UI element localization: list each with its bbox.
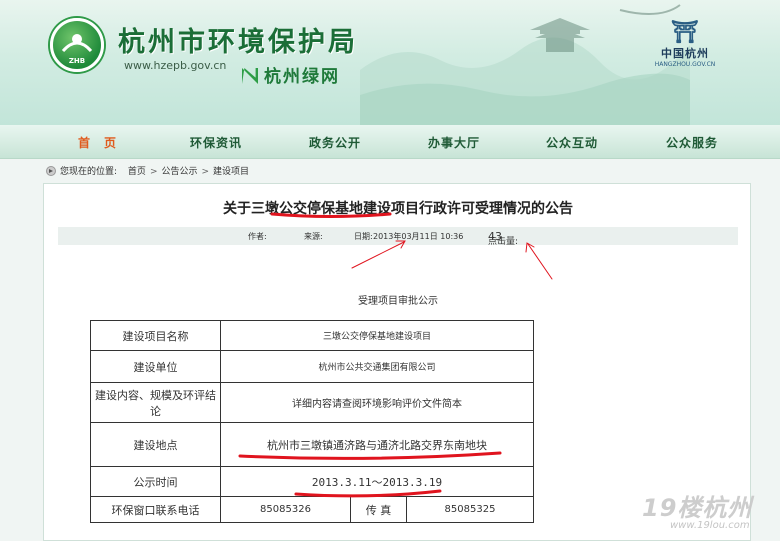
location-arrow-icon [46, 166, 56, 176]
article-title: 关于三墩公交停保基地建设项目行政许可受理情况的公告 [223, 201, 573, 217]
meta-date-label: 日期: [354, 232, 373, 241]
nav-item-public-interaction[interactable]: 公众互动 [546, 134, 598, 151]
row-value: 详细内容请查阅环境影响评价文件简本 [220, 382, 534, 423]
row-value: 三墩公交停保基地建设项目 [220, 320, 534, 351]
breadcrumb-prefix: 您现在的位置: [60, 167, 118, 177]
row-label: 建设地点 [90, 422, 221, 467]
table-row: 建设项目名称 三墩公交停保基地建设项目 [90, 320, 534, 351]
article-meta-bar: 作者: 来源: 日期: 2013年03月11日 10:36 点击量: 43 [58, 227, 738, 247]
seal-text: ZHB [69, 57, 85, 65]
nav-item-government[interactable]: 政务公开 [309, 134, 361, 151]
china-hangzhou-logo[interactable]: ⛩ 中国杭州 HANGZHOU.GOV.CN [650, 20, 720, 68]
row-label: 建设单位 [90, 350, 221, 383]
row-label: 建设项目名称 [90, 320, 221, 351]
table-row: 建设单位 杭州市公共交通集团有限公司 [90, 350, 534, 383]
table-row: 建设地点 杭州市三墩镇通济路与通济北路交界东南地块 [90, 422, 534, 467]
china-hangzhou-en: HANGZHOU.GOV.CN [654, 61, 716, 68]
project-info-table: 建设项目名称 三墩公交停保基地建设项目 建设单位 杭州市公共交通集团有限公司 建… [90, 320, 534, 523]
watermark: 19楼杭州 www.19lou.com [630, 488, 780, 538]
breadcrumb-notices[interactable]: 公告公示 [161, 167, 197, 177]
site-header: ZHB 杭州市环境保护局 www.hzepb.gov.cn 杭州绿网 ⛩ 中国杭… [0, 0, 780, 125]
breadcrumb-separator: > [149, 167, 158, 177]
green-net-label: 杭州绿网 [264, 67, 340, 87]
leaf-icon [242, 68, 258, 84]
meta-source-label: 来源: [304, 232, 323, 241]
breadcrumb-separator: > [201, 167, 210, 177]
fax-label: 传 真 [350, 496, 407, 523]
site-url[interactable]: www.hzepb.gov.cn [124, 59, 226, 72]
china-hangzhou-cn: 中国杭州 [661, 47, 709, 60]
nav-item-services-hall[interactable]: 办事大厅 [428, 134, 480, 151]
table-row: 建设内容、规模及环评结论 详细内容请查阅环境影响评价文件简本 [90, 382, 534, 423]
watermark-url: www.19lou.com [670, 520, 750, 531]
nav-item-home[interactable]: 首 页 [78, 134, 117, 151]
meta-author-label: 作者: [248, 232, 267, 241]
table-row: 公示时间 2013.3.11～2013.3.19 [90, 466, 534, 497]
row-value: 2013.3.11～2013.3.19 [220, 466, 534, 497]
hills-landscape-image [360, 4, 690, 125]
fax-value: 85085325 [406, 496, 534, 523]
meta-clicks: 点击量: 43 [488, 230, 518, 247]
breadcrumb: 您现在的位置: 首页 > 公告公示 > 建设项目 [46, 164, 249, 180]
row-label: 环保窗口联系电话 [90, 496, 221, 523]
watermark-brand: 19楼杭州 [642, 494, 753, 522]
nav-item-public-service[interactable]: 公众服务 [666, 134, 718, 151]
breadcrumb-home[interactable]: 首页 [128, 167, 146, 177]
meta-date-value: 2013年03月11日 10:36 [373, 232, 464, 241]
sub-heading: 受理项目审批公示 [358, 296, 438, 307]
meta-clicks-label: 点击量: [488, 237, 519, 247]
epb-seal-logo[interactable]: ZHB [50, 18, 104, 72]
row-value: 杭州市公共交通集团有限公司 [220, 350, 534, 383]
breadcrumb-projects[interactable]: 建设项目 [213, 167, 249, 177]
row-label: 公示时间 [90, 466, 221, 497]
site-title: 杭州市环境保护局 [118, 27, 358, 58]
row-label: 建设内容、规模及环评结论 [90, 382, 221, 423]
row-value: 杭州市三墩镇通济路与通济北路交界东南地块 [220, 422, 534, 467]
nav-item-news[interactable]: 环保资讯 [190, 134, 242, 151]
green-net-logo[interactable]: 杭州绿网 [242, 62, 340, 87]
hangzhou-mark-icon: ⛩ [671, 20, 699, 45]
main-nav: 首 页 环保资讯 政务公开 办事大厅 公众互动 公众服务 [0, 125, 780, 159]
table-row: 环保窗口联系电话 85085326 传 真 85085325 [90, 496, 534, 523]
phone-value: 85085326 [220, 496, 351, 523]
